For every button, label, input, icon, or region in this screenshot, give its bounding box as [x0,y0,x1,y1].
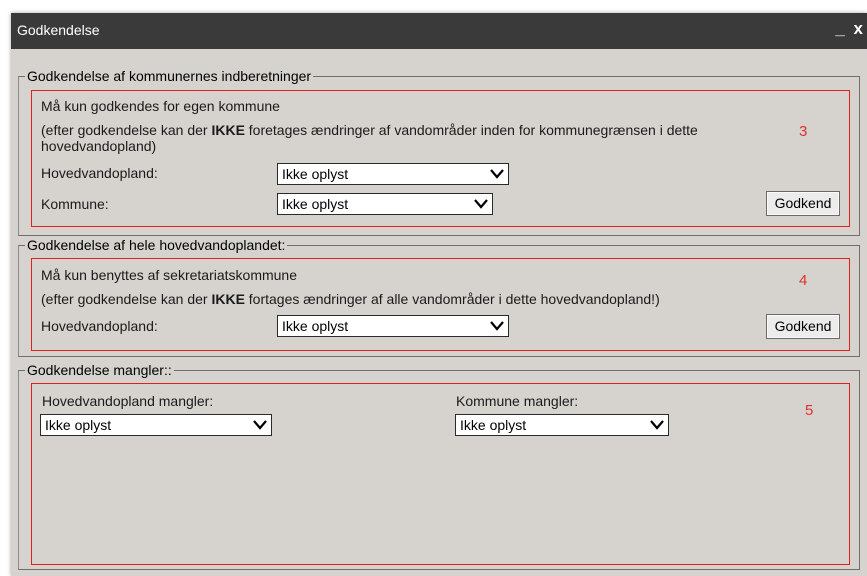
selected-value: Ikke oplyst [282,166,349,182]
window-controls: _ x [835,19,865,39]
chevron-down-icon [650,420,664,430]
hovedvandopland-select[interactable]: Ikke oplyst [277,315,509,337]
info-text: Må kun benyttes af sekretariatskommune [41,267,298,283]
chevron-down-icon [253,420,267,430]
approval-dialog: Godkendelse _ x Godkendelse af kommunern… [11,13,867,576]
group-legend: Godkendelse mangler:: [25,362,174,378]
group-legend: Godkendelse af kommunernes indberetninge… [25,68,314,84]
selected-value: Ikke oplyst [282,318,349,334]
minimize-button[interactable]: _ [835,19,846,38]
group-legend: Godkendelse af hele hovedvandoplandet: [25,237,288,253]
warning-text: (efter godkendelse kan der IKKE fortages… [41,291,660,307]
chevron-down-icon [474,199,488,209]
hovedvandopland-label: Hovedvandopland: [41,318,158,334]
missing-kommune-select[interactable]: Ikke oplyst [455,414,669,436]
annotation-number: 4 [799,272,808,289]
chevron-down-icon [490,321,504,331]
window-title: Godkendelse [17,22,100,38]
selected-value: Ikke oplyst [282,196,349,212]
chevron-down-icon [490,169,504,179]
title-bar[interactable]: Godkendelse _ x [11,13,867,49]
missing-kommune-label: Kommune mangler: [456,393,579,409]
info-text: Må kun godkendes for egen kommune [41,98,280,114]
hovedvandopland-select[interactable]: Ikke oplyst [277,163,509,185]
kommune-select[interactable]: Ikke oplyst [277,193,493,215]
selected-value: Ikke oplyst [45,417,112,433]
selected-value: Ikke oplyst [460,417,527,433]
missing-hovedvandopland-label: Hovedvandopland mangler: [42,393,214,409]
annotation-number: 5 [805,402,814,419]
hovedvandopland-label: Hovedvandopland: [41,165,158,181]
annotation-number: 3 [799,123,808,140]
missing-hovedvandopland-select[interactable]: Ikke oplyst [40,414,272,436]
approve-municipality-button[interactable]: Godkend [766,191,840,216]
kommune-label: Kommune: [41,196,109,212]
approve-catchment-button[interactable]: Godkend [766,314,840,339]
close-button[interactable]: x [854,19,865,38]
warning-text: (efter godkendelse kan der IKKE foretage… [41,122,698,154]
annotation-box-5 [31,383,850,565]
